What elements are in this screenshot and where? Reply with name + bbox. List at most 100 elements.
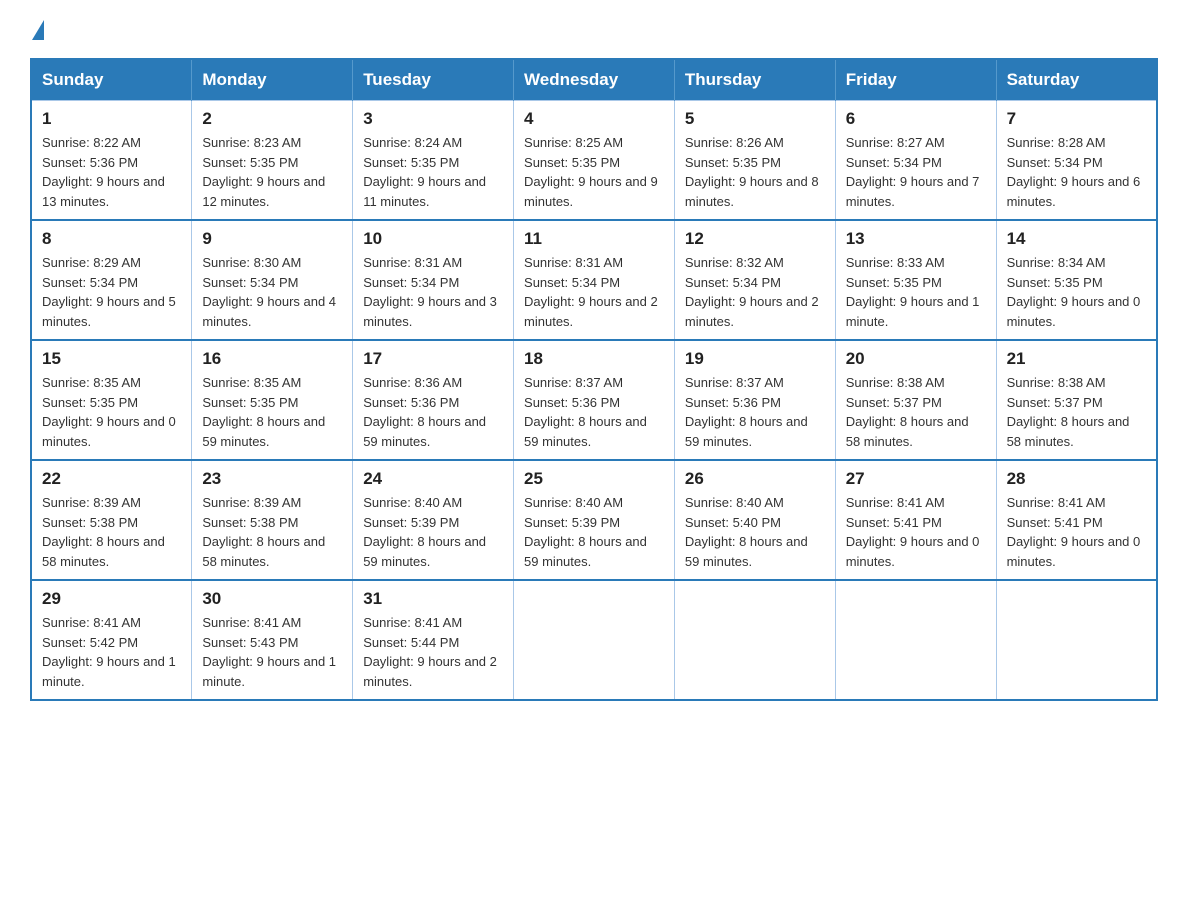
day-number: 27 xyxy=(846,469,986,489)
day-info: Sunrise: 8:37 AMSunset: 5:36 PMDaylight:… xyxy=(524,373,664,451)
day-number: 11 xyxy=(524,229,664,249)
calendar-cell: 6 Sunrise: 8:27 AMSunset: 5:34 PMDaylight… xyxy=(835,101,996,221)
calendar-cell xyxy=(835,580,996,700)
day-number: 9 xyxy=(202,229,342,249)
day-info: Sunrise: 8:28 AMSunset: 5:34 PMDaylight:… xyxy=(1007,133,1146,211)
calendar-cell: 3 Sunrise: 8:24 AMSunset: 5:35 PMDaylight… xyxy=(353,101,514,221)
column-header-monday: Monday xyxy=(192,59,353,101)
calendar-cell: 26 Sunrise: 8:40 AMSunset: 5:40 PMDayligh… xyxy=(674,460,835,580)
calendar-cell: 15Sunrise: 8:35 AMSunset: 5:35 PMDayligh… xyxy=(31,340,192,460)
calendar-cell: 1 Sunrise: 8:22 AMSunset: 5:36 PMDaylight… xyxy=(31,101,192,221)
day-number: 23 xyxy=(202,469,342,489)
calendar-cell: 27 Sunrise: 8:41 AMSunset: 5:41 PMDayligh… xyxy=(835,460,996,580)
calendar-week-row: 15Sunrise: 8:35 AMSunset: 5:35 PMDayligh… xyxy=(31,340,1157,460)
calendar-week-row: 22Sunrise: 8:39 AMSunset: 5:38 PMDayligh… xyxy=(31,460,1157,580)
day-number: 17 xyxy=(363,349,503,369)
day-info: Sunrise: 8:40 AMSunset: 5:39 PMDaylight:… xyxy=(363,493,503,571)
day-number: 16 xyxy=(202,349,342,369)
column-header-tuesday: Tuesday xyxy=(353,59,514,101)
calendar-cell: 17 Sunrise: 8:36 AMSunset: 5:36 PMDayligh… xyxy=(353,340,514,460)
day-info: Sunrise: 8:38 AMSunset: 5:37 PMDaylight:… xyxy=(846,373,986,451)
calendar-cell: 11 Sunrise: 8:31 AMSunset: 5:34 PMDayligh… xyxy=(514,220,675,340)
calendar-week-row: 8 Sunrise: 8:29 AMSunset: 5:34 PMDaylight… xyxy=(31,220,1157,340)
day-info: Sunrise: 8:41 AMSunset: 5:43 PMDaylight:… xyxy=(202,613,342,691)
day-number: 4 xyxy=(524,109,664,129)
calendar-cell: 2 Sunrise: 8:23 AMSunset: 5:35 PMDaylight… xyxy=(192,101,353,221)
day-info: Sunrise: 8:39 AMSunset: 5:38 PMDaylight:… xyxy=(202,493,342,571)
day-info: Sunrise: 8:39 AMSunset: 5:38 PMDaylight:… xyxy=(42,493,181,571)
calendar-cell: 10 Sunrise: 8:31 AMSunset: 5:34 PMDayligh… xyxy=(353,220,514,340)
day-number: 6 xyxy=(846,109,986,129)
calendar-cell: 30 Sunrise: 8:41 AMSunset: 5:43 PMDayligh… xyxy=(192,580,353,700)
logo-triangle-icon xyxy=(32,20,44,40)
calendar-header-row: SundayMondayTuesdayWednesdayThursdayFrid… xyxy=(31,59,1157,101)
column-header-wednesday: Wednesday xyxy=(514,59,675,101)
day-number: 20 xyxy=(846,349,986,369)
calendar-cell: 23 Sunrise: 8:39 AMSunset: 5:38 PMDayligh… xyxy=(192,460,353,580)
day-info: Sunrise: 8:38 AMSunset: 5:37 PMDaylight:… xyxy=(1007,373,1146,451)
day-info: Sunrise: 8:22 AMSunset: 5:36 PMDaylight:… xyxy=(42,133,181,211)
day-number: 19 xyxy=(685,349,825,369)
calendar-cell: 16 Sunrise: 8:35 AMSunset: 5:35 PMDayligh… xyxy=(192,340,353,460)
day-number: 31 xyxy=(363,589,503,609)
day-info: Sunrise: 8:41 AMSunset: 5:41 PMDaylight:… xyxy=(1007,493,1146,571)
column-header-friday: Friday xyxy=(835,59,996,101)
day-number: 2 xyxy=(202,109,342,129)
column-header-saturday: Saturday xyxy=(996,59,1157,101)
calendar-cell: 28 Sunrise: 8:41 AMSunset: 5:41 PMDayligh… xyxy=(996,460,1157,580)
calendar-cell: 13Sunrise: 8:33 AMSunset: 5:35 PMDayligh… xyxy=(835,220,996,340)
day-number: 30 xyxy=(202,589,342,609)
calendar-cell xyxy=(674,580,835,700)
calendar-cell: 31Sunrise: 8:41 AMSunset: 5:44 PMDayligh… xyxy=(353,580,514,700)
calendar-cell: 24 Sunrise: 8:40 AMSunset: 5:39 PMDayligh… xyxy=(353,460,514,580)
day-number: 12 xyxy=(685,229,825,249)
day-info: Sunrise: 8:36 AMSunset: 5:36 PMDaylight:… xyxy=(363,373,503,451)
day-info: Sunrise: 8:27 AMSunset: 5:34 PMDaylight:… xyxy=(846,133,986,211)
calendar-cell: 14Sunrise: 8:34 AMSunset: 5:35 PMDayligh… xyxy=(996,220,1157,340)
calendar-cell xyxy=(996,580,1157,700)
column-header-thursday: Thursday xyxy=(674,59,835,101)
calendar-table: SundayMondayTuesdayWednesdayThursdayFrid… xyxy=(30,58,1158,701)
day-info: Sunrise: 8:29 AMSunset: 5:34 PMDaylight:… xyxy=(42,253,181,331)
day-info: Sunrise: 8:33 AMSunset: 5:35 PMDaylight:… xyxy=(846,253,986,331)
day-info: Sunrise: 8:41 AMSunset: 5:42 PMDaylight:… xyxy=(42,613,181,691)
calendar-cell: 25Sunrise: 8:40 AMSunset: 5:39 PMDayligh… xyxy=(514,460,675,580)
day-info: Sunrise: 8:37 AMSunset: 5:36 PMDaylight:… xyxy=(685,373,825,451)
day-info: Sunrise: 8:23 AMSunset: 5:35 PMDaylight:… xyxy=(202,133,342,211)
day-info: Sunrise: 8:35 AMSunset: 5:35 PMDaylight:… xyxy=(42,373,181,451)
day-number: 29 xyxy=(42,589,181,609)
calendar-week-row: 1 Sunrise: 8:22 AMSunset: 5:36 PMDaylight… xyxy=(31,101,1157,221)
day-number: 21 xyxy=(1007,349,1146,369)
calendar-cell: 7 Sunrise: 8:28 AMSunset: 5:34 PMDaylight… xyxy=(996,101,1157,221)
day-number: 24 xyxy=(363,469,503,489)
day-number: 3 xyxy=(363,109,503,129)
day-number: 18 xyxy=(524,349,664,369)
logo xyxy=(30,20,46,40)
calendar-cell xyxy=(514,580,675,700)
day-number: 14 xyxy=(1007,229,1146,249)
header xyxy=(30,20,1158,40)
calendar-cell: 19 Sunrise: 8:37 AMSunset: 5:36 PMDayligh… xyxy=(674,340,835,460)
day-info: Sunrise: 8:30 AMSunset: 5:34 PMDaylight:… xyxy=(202,253,342,331)
day-number: 1 xyxy=(42,109,181,129)
day-number: 10 xyxy=(363,229,503,249)
calendar-cell: 18 Sunrise: 8:37 AMSunset: 5:36 PMDayligh… xyxy=(514,340,675,460)
calendar-week-row: 29 Sunrise: 8:41 AMSunset: 5:42 PMDayligh… xyxy=(31,580,1157,700)
day-number: 26 xyxy=(685,469,825,489)
day-number: 5 xyxy=(685,109,825,129)
calendar-cell: 4 Sunrise: 8:25 AMSunset: 5:35 PMDaylight… xyxy=(514,101,675,221)
day-info: Sunrise: 8:31 AMSunset: 5:34 PMDaylight:… xyxy=(363,253,503,331)
day-info: Sunrise: 8:31 AMSunset: 5:34 PMDaylight:… xyxy=(524,253,664,331)
day-number: 7 xyxy=(1007,109,1146,129)
day-info: Sunrise: 8:24 AMSunset: 5:35 PMDaylight:… xyxy=(363,133,503,211)
column-header-sunday: Sunday xyxy=(31,59,192,101)
calendar-cell: 29 Sunrise: 8:41 AMSunset: 5:42 PMDayligh… xyxy=(31,580,192,700)
day-number: 8 xyxy=(42,229,181,249)
day-info: Sunrise: 8:41 AMSunset: 5:41 PMDaylight:… xyxy=(846,493,986,571)
day-info: Sunrise: 8:25 AMSunset: 5:35 PMDaylight:… xyxy=(524,133,664,211)
day-info: Sunrise: 8:40 AMSunset: 5:40 PMDaylight:… xyxy=(685,493,825,571)
day-info: Sunrise: 8:35 AMSunset: 5:35 PMDaylight:… xyxy=(202,373,342,451)
day-info: Sunrise: 8:26 AMSunset: 5:35 PMDaylight:… xyxy=(685,133,825,211)
day-info: Sunrise: 8:32 AMSunset: 5:34 PMDaylight:… xyxy=(685,253,825,331)
day-number: 28 xyxy=(1007,469,1146,489)
